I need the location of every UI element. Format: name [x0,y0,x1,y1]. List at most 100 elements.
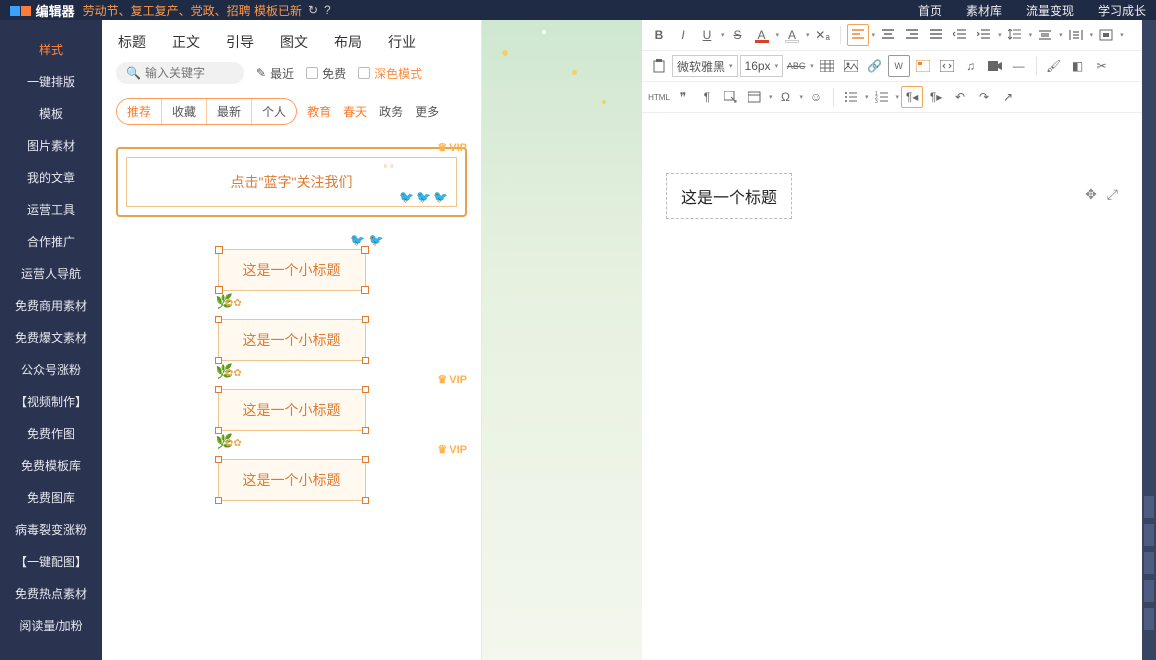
recent-link[interactable]: ✎ 最近 [256,65,294,82]
brush-button[interactable]: 🖌 [1043,55,1065,77]
undo-button[interactable]: ↶ [949,86,971,108]
sidebar-item-images[interactable]: 图片素材 [0,130,102,162]
pill-personal[interactable]: 个人 [252,99,296,124]
sidebar-item-viral[interactable]: 病毒裂变涨粉 [0,514,102,546]
sidebar-item-autotypeset[interactable]: 一键排版 [0,66,102,98]
align-left-button[interactable] [847,24,869,46]
sidebar-item-autoimg[interactable]: 【一键配图】 [0,546,102,578]
sidebar-item-reads[interactable]: 阅读量/加粉 [0,610,102,642]
sidebar-item-hotmat[interactable]: 免费热点素材 [0,578,102,610]
tab-industry[interactable]: 行业 [388,32,416,52]
sidebar-item-tools[interactable]: 运营工具 [0,194,102,226]
pill-new[interactable]: 最新 [207,99,251,124]
rail-block[interactable] [1144,580,1154,602]
indent-out-button[interactable] [949,24,971,46]
paste-button[interactable] [648,55,670,77]
strike-button[interactable]: S [727,24,749,46]
redo-button[interactable]: ↷ [973,86,995,108]
html-button[interactable]: HTML [648,86,670,108]
sidebar-item-partner[interactable]: 合作推广 [0,226,102,258]
eyedropper-button[interactable]: ✂ [1091,55,1113,77]
share-button[interactable]: ↗ [997,86,1019,108]
rail-block[interactable] [1144,524,1154,546]
pill-fav[interactable]: 收藏 [162,99,206,124]
sidebar-item-freebiz[interactable]: 免费商用素材 [0,290,102,322]
direction-button[interactable]: ¶◂ [901,86,923,108]
rail-block[interactable] [1144,552,1154,574]
template-card[interactable]: 这是一个小标题 [116,309,467,361]
bold-button[interactable]: B [648,24,670,46]
date-button[interactable] [744,86,766,108]
top-link-home[interactable]: 首页 [918,2,942,19]
rail-block[interactable] [1144,608,1154,630]
template-list[interactable]: VIP ° ° 点击"蓝字"关注我们 🐦🐦🐦 🐦 🐦 这是一个小标题 [102,135,481,660]
insert-button[interactable] [720,86,742,108]
direction-rtl-button[interactable]: ¶▸ [925,86,947,108]
sidebar-item-template[interactable]: 模板 [0,98,102,130]
word-button[interactable]: W [888,55,910,77]
link-button[interactable]: 🔗 [864,55,886,77]
align-right-button[interactable] [901,24,923,46]
pill-recommend[interactable]: 推荐 [117,99,161,124]
spacing-button[interactable] [1034,24,1056,46]
editor-canvas[interactable]: 这是一个标题 [642,113,1142,660]
sidebar-item-fans[interactable]: 公众号涨粉 [0,354,102,386]
template-card[interactable]: VIP 这是一个小标题 [116,379,467,431]
table-button[interactable] [816,55,838,77]
format-brush-button[interactable]: ¶ [696,86,718,108]
align-justify-button[interactable] [925,24,947,46]
filter-more[interactable]: 更多 [415,103,439,120]
olist-button[interactable]: 123 [871,86,893,108]
search-box[interactable]: 🔍 [116,62,244,84]
rail-block[interactable] [1144,496,1154,518]
quote-button[interactable]: ❞ [672,86,694,108]
tab-guide[interactable]: 引导 [226,32,254,52]
bgcolor-button[interactable]: A [781,24,803,46]
filter-spring[interactable]: 春天 [343,103,367,120]
indent-in-button[interactable] [973,24,995,46]
underline-button[interactable]: U [696,24,718,46]
sidebar-item-nav[interactable]: 运营人导航 [0,258,102,290]
tab-layout[interactable]: 布局 [334,32,362,52]
clear-button[interactable]: ABC [785,55,807,77]
tab-imgtext[interactable]: 图文 [280,32,308,52]
darkmode-checkbox[interactable]: 深色模式 [358,65,422,82]
search-input[interactable] [145,66,235,80]
letter-spacing-button[interactable] [1065,24,1087,46]
size-select[interactable]: 16px▾ [740,55,784,77]
sidebar-item-style[interactable]: 样式 [0,34,102,66]
image-button[interactable] [840,55,862,77]
top-link-learn[interactable]: 学习成长 [1098,2,1146,19]
sidebar-item-gallery[interactable]: 免费图库 [0,482,102,514]
top-link-traffic[interactable]: 流量变现 [1026,2,1074,19]
top-link-assets[interactable]: 素材库 [966,2,1002,19]
sidebar-item-myarticles[interactable]: 我的文章 [0,162,102,194]
clear-format-button[interactable]: ✕ₐ [812,24,834,46]
italic-button[interactable]: I [672,24,694,46]
template-card[interactable]: VIP 这是一个小标题 [116,449,467,501]
sidebar-item-freeimg[interactable]: 免费作图 [0,418,102,450]
code-button[interactable] [936,55,958,77]
tab-text[interactable]: 正文 [172,32,200,52]
canvas-title[interactable]: 这是一个标题 [666,173,792,219]
sidebar-item-freehot[interactable]: 免费爆文素材 [0,322,102,354]
filter-gov[interactable]: 政务 [379,103,403,120]
fontcolor-button[interactable]: A [751,24,773,46]
music-button[interactable]: ♫ [960,55,982,77]
font-select[interactable]: 微软雅黑▾ [672,55,738,77]
refresh-icon[interactable]: ↻ [308,3,318,17]
sidebar-item-video[interactable]: 【视频制作】 [0,386,102,418]
sidebar-item-freetpl[interactable]: 免费模板库 [0,450,102,482]
eraser-button[interactable]: ◧ [1067,55,1089,77]
margin-button[interactable] [1095,24,1117,46]
emoji-button[interactable]: ☺ [805,86,827,108]
card-button[interactable] [912,55,934,77]
help-icon[interactable]: ? [324,3,331,17]
filter-edu[interactable]: 教育 [307,103,331,120]
expand-icon[interactable]: ⤢ [1107,186,1118,203]
align-center-button[interactable] [877,24,899,46]
video-button[interactable] [984,55,1006,77]
move-icon[interactable]: ✥ [1085,186,1097,203]
hr-button[interactable]: — [1008,55,1030,77]
ulist-button[interactable] [840,86,862,108]
